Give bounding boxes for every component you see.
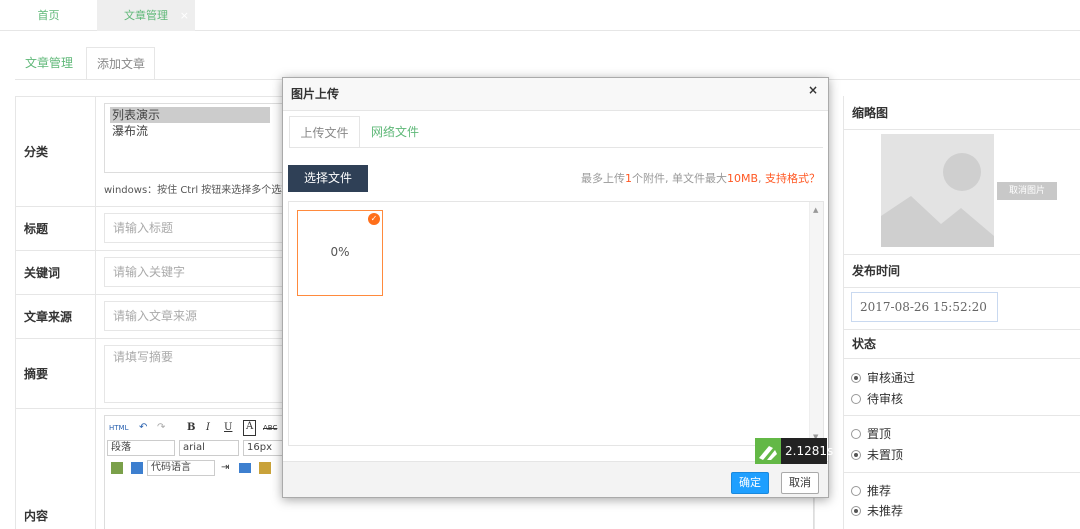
content-label: 内容 [16,409,96,529]
insert-list-icon[interactable]: ⇥ [221,460,229,476]
limit-size: 10MB [726,172,758,185]
status-option-label: 待审核 [867,392,904,406]
bold-button[interactable]: B [187,420,195,436]
check-icon: ✓ [368,213,380,225]
divider [844,472,1080,473]
status-title: 状态 [844,329,1080,359]
keywords-label: 关键词 [16,251,96,294]
cancel-button[interactable]: 取消 [781,472,819,494]
strikethrough-button[interactable]: ABC [263,420,277,436]
scrollbar[interactable]: ▲ ▼ [809,202,823,445]
radio-checked-icon [851,506,861,516]
dialog-title: 图片上传 [291,87,340,101]
confirm-button[interactable]: 确定 [731,472,769,494]
code-language-select[interactable]: 代码语言 [147,460,215,476]
insert-table-icon[interactable] [239,463,251,473]
category-label: 分类 [16,97,96,206]
dialog-footer: 确定 取消 [283,461,828,497]
tab-add-article[interactable]: 添加文章 [86,47,155,80]
recommend-option-yes[interactable]: 推荐 [851,482,891,499]
scroll-up-icon[interactable]: ▲ [813,206,818,214]
image-upload-dialog: 图片上传 × 上传文件 网络文件 选择文件 最多上传1个附件, 单文件最大10M… [282,77,829,498]
file-item[interactable]: ✓ 0% [297,210,383,296]
tab-network-file[interactable]: 网络文件 [360,116,430,148]
undo-icon[interactable]: ↶ [139,420,147,436]
status-option-label: 审核通过 [867,371,916,385]
summary-label: 摘要 [16,339,96,408]
paragraph-select[interactable]: 段落 [107,440,175,456]
divider [844,415,1080,416]
top-tab-home[interactable]: 首页 [0,0,97,31]
dialog-header: 图片上传 × [283,78,828,111]
tab-article-mgmt[interactable]: 文章管理 [15,47,85,80]
font-size-select[interactable]: 16px [243,440,283,456]
publish-time-title: 发布时间 [844,254,1080,288]
radio-checked-icon [851,373,861,383]
insert-image-icon[interactable] [111,462,123,474]
status-option-pending[interactable]: 待审核 [851,390,903,407]
recommend-option-label: 未推荐 [867,504,904,518]
timer-value: 2.1281s [785,444,834,458]
top-option-label: 置顶 [867,427,892,441]
timer-overlay: 2.1281s [755,438,833,464]
limit-sep: , [758,172,765,185]
underline-button[interactable]: U [224,420,232,436]
html-source-button[interactable]: HTML [109,420,128,436]
top-option-label: 未置顶 [867,448,904,462]
thumbnail-placeholder-image[interactable] [881,134,994,247]
upload-limit-text: 最多上传1个附件, 单文件最大10MB, 支持格式？ [581,170,820,186]
top-tab-bar: 首页 文章管理 × [0,0,1080,31]
top-option-pinned[interactable]: 置顶 [851,425,891,442]
italic-button[interactable]: I [206,420,210,436]
radio-icon [851,394,861,404]
insert-media-icon[interactable] [131,462,143,474]
close-icon[interactable]: × [808,83,818,97]
timer-logo-icon [755,438,781,464]
redo-icon[interactable]: ↷ [157,420,165,436]
image-placeholder-icon [881,134,994,247]
choose-file-button[interactable]: 选择文件 [288,165,368,192]
font-family-select[interactable]: arial [179,440,239,456]
status-option-approved[interactable]: 审核通过 [851,369,915,386]
supported-formats-link[interactable]: 支持格式？ [765,172,820,185]
tab-upload-file[interactable]: 上传文件 [289,116,360,148]
category-option[interactable]: 列表演示 [110,107,270,123]
radio-icon [851,486,861,496]
title-label: 标题 [16,207,96,250]
right-panel: 缩略图 取消图片 发布时间 2017-08-26 15:52:20 状态 审核通… [843,96,1080,529]
file-list-area: ✓ 0% ▲ ▼ [288,201,824,446]
radio-icon [851,429,861,439]
thumbnail-title: 缩略图 [844,96,1080,130]
publish-time-input[interactable]: 2017-08-26 15:52:20 [851,292,998,322]
source-label: 文章来源 [16,295,96,338]
category-hint: windows：按住 Ctrl 按钮来选择多个选项 [104,185,292,196]
font-color-button[interactable]: A [243,420,257,436]
divider [289,147,823,148]
top-tab-article-mgmt[interactable]: 文章管理 × [97,0,195,31]
top-option-unpinned[interactable]: 未置顶 [851,446,903,463]
limit-prefix: 最多上传 [580,172,625,185]
limit-count: 1 [624,172,632,185]
top-tab-article-mgmt-label: 文章管理 [124,9,168,22]
radio-checked-icon [851,450,861,460]
upload-progress: 0% [330,245,350,259]
recommend-option-no[interactable]: 未推荐 [851,502,903,519]
close-icon[interactable]: × [180,0,189,31]
recommend-option-label: 推荐 [867,484,892,498]
insert-file-icon[interactable] [259,462,271,474]
limit-mid: 个附件, 单文件最大 [631,172,727,185]
cancel-image-button[interactable]: 取消图片 [997,182,1057,200]
